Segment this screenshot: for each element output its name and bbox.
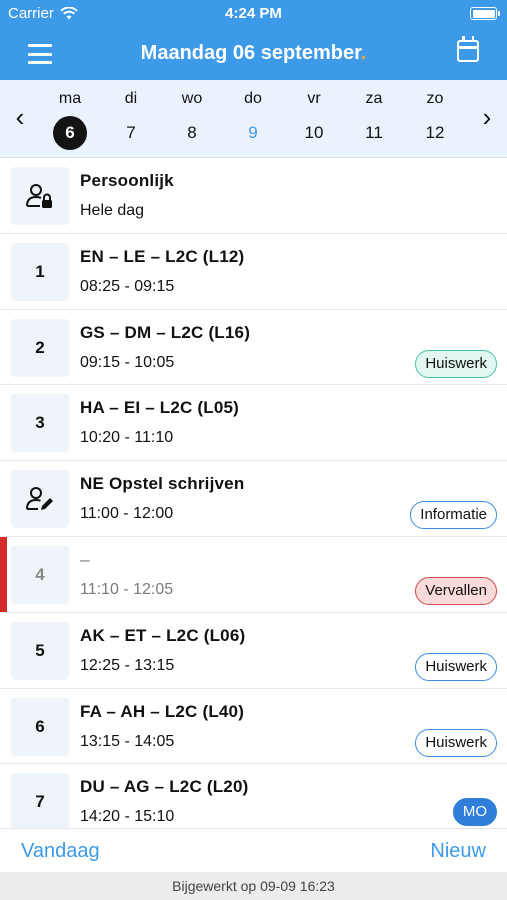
lesson-time: 08:25 - 09:15 [80, 277, 175, 295]
lesson-time: 11:10 - 12:05 [80, 580, 174, 598]
lesson-title: HA – EI – L2C (L05) [80, 398, 240, 418]
title-dot: . [360, 42, 367, 64]
lesson-title: AK – ET – L2C (L06) [80, 625, 246, 645]
app: Carrier 4:24 PM Maandag 06 september. ‹ … [0, 0, 507, 900]
lesson-title: NE Opstel schrijven [80, 474, 245, 494]
mo-badge[interactable]: MO [452, 798, 497, 827]
day-number: 8 [187, 123, 197, 142]
lesson-title: EN – LE – L2C (L12) [80, 246, 245, 266]
day-wo[interactable]: wo 8 [172, 88, 212, 150]
lesson-hour: 6 [11, 697, 69, 756]
day-label: vr [307, 90, 321, 107]
chevron-right-icon[interactable]: › [477, 104, 497, 130]
lesson-row[interactable]: NE Opstel schrijven 11:00 - 12:00 Inform… [0, 461, 507, 537]
lesson-time: Hele dag [80, 202, 145, 219]
battery-icon [470, 7, 500, 20]
day-label: di [124, 90, 138, 107]
homework-badge[interactable]: Huiswerk [415, 728, 497, 757]
day-label: za [365, 90, 383, 107]
chevron-left-icon[interactable]: ‹ [10, 104, 30, 130]
day-ma[interactable]: ma 6 [50, 88, 90, 150]
lesson-hour: 2 [11, 318, 69, 377]
day-za[interactable]: za 11 [354, 88, 394, 150]
cancelled-badge[interactable]: Vervallen [415, 576, 497, 605]
page-title-text: Maandag 06 september [140, 42, 361, 64]
lesson-hour: 3 [11, 394, 69, 453]
cancelled-indicator [0, 536, 7, 612]
lesson-title: FA – AH – L2C (L40) [80, 701, 245, 721]
day-number: 11 [365, 123, 383, 142]
information-badge[interactable]: Informatie [410, 501, 497, 530]
lesson-hour: 5 [11, 621, 69, 680]
day-zo[interactable]: zo 12 [415, 88, 455, 150]
lesson-title: – [80, 549, 90, 569]
today-button[interactable]: Vandaag [21, 840, 100, 863]
lesson-time: 14:20 - 15:10 [80, 808, 175, 826]
lesson-row-cancelled[interactable]: 4 – 11:10 - 12:05 Vervallen [0, 536, 507, 613]
day-number: 7 [126, 123, 136, 142]
person-edit-icon [26, 487, 53, 511]
day-number: 6 [53, 116, 87, 150]
lesson-icon-box [11, 470, 69, 529]
lesson-time: 11:00 - 12:00 [80, 505, 174, 523]
new-button[interactable]: Nieuw [430, 840, 486, 863]
lesson-title: GS – DM – L2C (L16) [80, 322, 251, 342]
day-number: 10 [304, 123, 324, 142]
page-title: Maandag 06 september. [0, 42, 507, 65]
lesson-row[interactable]: Persoonlijk Hele dag [0, 158, 507, 234]
week-strip: ‹ ma 6 di 7 wo 8 do 9 vr 10 za 11 zo 12 … [0, 80, 507, 158]
lesson-time: 13:15 - 14:05 [80, 732, 175, 750]
day-label: zo [426, 90, 444, 107]
last-updated: Bijgewerkt op 09-09 16:23 [0, 872, 507, 900]
lesson-row[interactable]: 3 HA – EI – L2C (L05) 10:20 - 11:10 [0, 385, 507, 462]
lesson-hour: 1 [11, 242, 69, 301]
lesson-time: 12:25 - 13:15 [80, 656, 175, 674]
nav-bar: Maandag 06 september. [0, 28, 507, 80]
lesson-time: 10:20 - 11:10 [80, 429, 174, 447]
day-di[interactable]: di 7 [111, 88, 151, 150]
header: Carrier 4:24 PM Maandag 06 september. [0, 0, 507, 80]
status-time: 4:24 PM [225, 5, 282, 22]
day-label: wo [181, 90, 203, 107]
lesson-title: Persoonlijk [80, 171, 174, 190]
homework-badge[interactable]: Huiswerk [415, 652, 497, 681]
day-vr[interactable]: vr 10 [294, 88, 334, 150]
day-number: 9 [248, 123, 258, 142]
lesson-row[interactable]: 6 FA – AH – L2C (L40) 13:15 - 14:05 Huis… [0, 689, 507, 765]
calendar-icon[interactable] [457, 36, 479, 62]
day-label: do [244, 90, 262, 107]
lesson-icon-box [11, 167, 69, 225]
lesson-hour: 4 [11, 545, 69, 604]
lesson-title: DU – AG – L2C (L20) [80, 777, 249, 797]
day-number: 12 [425, 123, 445, 142]
day-do[interactable]: do 9 [233, 88, 273, 150]
lesson-time: 09:15 - 10:05 [80, 353, 175, 371]
bottom-toolbar: Vandaag Nieuw [0, 828, 507, 872]
lesson-hour: 7 [11, 773, 69, 828]
person-lock-icon [26, 184, 52, 208]
day-label: ma [58, 90, 82, 107]
lesson-row[interactable]: 5 AK – ET – L2C (L06) 12:25 - 13:15 Huis… [0, 613, 507, 689]
lesson-row[interactable]: 1 EN – LE – L2C (L12) 08:25 - 09:15 [0, 234, 507, 310]
status-bar: Carrier 4:24 PM [0, 0, 507, 28]
lesson-list: Persoonlijk Hele dag 1 EN – LE – L2C (L1… [0, 158, 507, 828]
lesson-row[interactable]: 2 GS – DM – L2C (L16) 09:15 - 10:05 Huis… [0, 310, 507, 386]
lesson-row[interactable]: 7 DU – AG – L2C (L20) 14:20 - 15:10 MO [0, 764, 507, 828]
homework-badge[interactable]: Huiswerk [415, 349, 497, 378]
